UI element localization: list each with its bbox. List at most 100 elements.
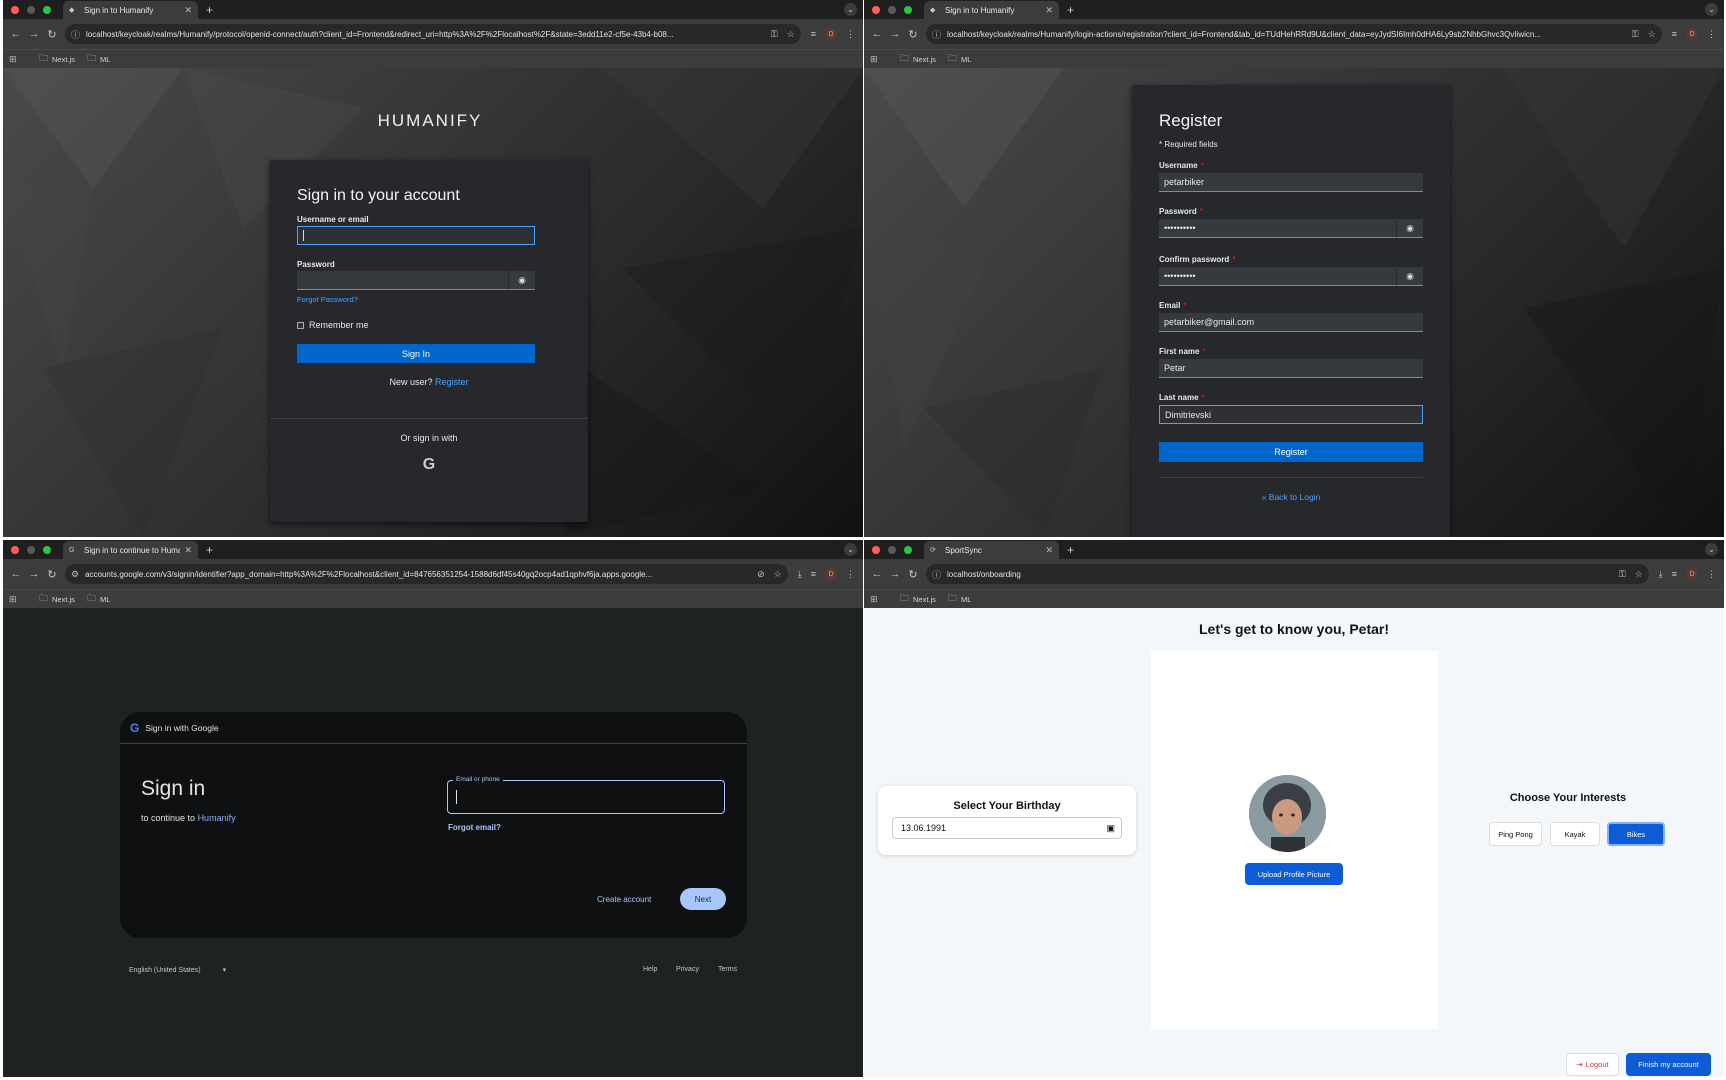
minimize-window-button[interactable]	[888, 545, 896, 554]
close-window-button[interactable]	[872, 5, 880, 14]
terms-link[interactable]: Terms	[718, 966, 737, 973]
birthday-date-input[interactable]: 13.06.1991 ▣	[892, 817, 1122, 839]
back-to-login-link[interactable]: « Back to Login	[1132, 492, 1450, 502]
apps-grid-icon[interactable]: ⊞	[9, 54, 27, 65]
password-key-icon[interactable]: ⚿	[1619, 569, 1626, 580]
bookmark-folder-ml[interactable]: 🗀 ML	[948, 51, 971, 67]
apps-grid-icon[interactable]: ⊞	[9, 594, 27, 605]
forward-icon[interactable]: →	[886, 28, 904, 40]
forgot-password-link[interactable]: Forgot Password?	[297, 295, 358, 304]
back-icon[interactable]: ←	[868, 568, 886, 580]
calendar-icon[interactable]: ▣	[1106, 823, 1115, 834]
app-link[interactable]: Humanify	[198, 813, 236, 823]
language-select[interactable]: English (United States) ▾	[129, 966, 226, 974]
new-tab-button[interactable]: +	[1067, 3, 1074, 17]
url-field[interactable]: ⓘ localhost/onboarding ⚿ ☆	[926, 564, 1649, 584]
username-input[interactable]: petarbiker	[1159, 173, 1423, 192]
profile-avatar[interactable]: D	[1686, 568, 1698, 580]
password-input[interactable]: ••••••••••	[1159, 219, 1396, 238]
remember-me-checkbox[interactable]: Remember me	[297, 320, 369, 330]
media-icon[interactable]: ≡	[811, 29, 816, 39]
browser-tab[interactable]: G Sign in to continue to Human... ✕	[63, 541, 198, 559]
bookmark-folder-ml[interactable]: 🗀 ML	[87, 51, 110, 67]
minimize-window-button[interactable]	[27, 5, 35, 14]
browser-tab[interactable]: ◆ Sign in to Humanify ✕	[63, 1, 198, 19]
interest-chip-kayak[interactable]: Kayak	[1550, 822, 1600, 846]
sign-in-button[interactable]: Sign In	[297, 344, 535, 363]
profile-avatar[interactable]: D	[825, 28, 837, 40]
finish-account-button[interactable]: Finish my account	[1626, 1053, 1711, 1076]
close-tab-icon[interactable]: ✕	[1045, 545, 1053, 556]
media-icon[interactable]: ≡	[1672, 29, 1677, 39]
show-confirm-eye-icon[interactable]: ◉	[1396, 267, 1423, 286]
menu-icon[interactable]: ⋮	[1707, 29, 1716, 40]
reload-icon[interactable]: ↻	[904, 568, 922, 581]
reload-icon[interactable]: ↻	[904, 28, 922, 41]
download-icon[interactable]: ⤓	[1659, 569, 1663, 580]
upload-profile-picture-button[interactable]: Upload Profile Picture	[1245, 863, 1343, 885]
new-tab-button[interactable]: +	[1067, 543, 1074, 557]
bookmark-star-icon[interactable]: ☆	[787, 29, 795, 40]
maximize-window-button[interactable]	[904, 5, 912, 14]
menu-icon[interactable]: ⋮	[846, 29, 855, 40]
interest-chip-ping-pong[interactable]: Ping Pong	[1489, 822, 1542, 846]
show-password-eye-icon[interactable]: ◉	[508, 271, 535, 290]
password-key-icon[interactable]: ⚿	[1632, 29, 1639, 40]
menu-icon[interactable]: ⋮	[1707, 569, 1716, 580]
interest-chip-bikes[interactable]: Bikes	[1607, 822, 1665, 846]
username-input[interactable]	[297, 226, 535, 245]
forgot-email-link[interactable]: Forgot email?	[448, 823, 501, 832]
bookmark-star-icon[interactable]: ☆	[774, 569, 782, 580]
next-button[interactable]: Next	[680, 888, 726, 910]
bookmark-folder-nextjs[interactable]: 🗀 Next.js	[39, 591, 75, 607]
download-icon[interactable]: ⤓	[798, 569, 802, 580]
tab-search-icon[interactable]: ⌄	[844, 3, 857, 16]
url-field[interactable]: ⓘ localhost/keycloak/realms/Humanify/log…	[926, 24, 1662, 44]
create-account-button[interactable]: Create account	[597, 895, 651, 904]
maximize-window-button[interactable]	[43, 5, 51, 14]
password-key-icon[interactable]: ⚿	[771, 29, 778, 40]
browser-tab[interactable]: ⟳ SportSync ✕	[924, 541, 1059, 559]
help-link[interactable]: Help	[643, 966, 657, 973]
close-window-button[interactable]	[11, 5, 19, 14]
back-icon[interactable]: ←	[7, 28, 25, 40]
forward-icon[interactable]: →	[25, 28, 43, 40]
url-field[interactable]: ⓘ localhost/keycloak/realms/Humanify/pro…	[65, 24, 801, 44]
url-field[interactable]: ⚙ accounts.google.com/v3/signin/identifi…	[65, 564, 788, 584]
bookmark-folder-nextjs[interactable]: 🗀 Next.js	[900, 591, 936, 607]
site-info-icon[interactable]: ⓘ	[71, 28, 80, 41]
profile-avatar[interactable]: D	[825, 568, 837, 580]
close-window-button[interactable]	[11, 545, 19, 554]
minimize-window-button[interactable]	[27, 545, 35, 554]
forward-icon[interactable]: →	[25, 568, 43, 580]
media-icon[interactable]: ≡	[1672, 569, 1677, 579]
back-icon[interactable]: ←	[7, 568, 25, 580]
first-name-input[interactable]: Petar	[1159, 359, 1423, 378]
bookmark-folder-ml[interactable]: 🗀 ML	[87, 591, 110, 607]
register-button[interactable]: Register	[1159, 442, 1423, 462]
eye-off-icon[interactable]: ⊘	[757, 569, 765, 580]
google-icon[interactable]: G	[270, 456, 588, 474]
profile-avatar[interactable]: D	[1686, 28, 1698, 40]
privacy-link[interactable]: Privacy	[676, 966, 699, 973]
close-tab-icon[interactable]: ✕	[1045, 5, 1053, 16]
menu-icon[interactable]: ⋮	[846, 569, 855, 580]
media-icon[interactable]: ≡	[811, 569, 816, 579]
checkbox-box[interactable]	[297, 321, 304, 329]
apps-grid-icon[interactable]: ⊞	[870, 54, 888, 65]
apps-grid-icon[interactable]: ⊞	[870, 594, 888, 605]
maximize-window-button[interactable]	[904, 545, 912, 554]
bookmark-folder-nextjs[interactable]: 🗀 Next.js	[39, 51, 75, 67]
email-or-phone-input[interactable]: Email or phone	[447, 776, 725, 814]
tab-search-icon[interactable]: ⌄	[1705, 543, 1718, 556]
close-tab-icon[interactable]: ✕	[184, 545, 192, 556]
minimize-window-button[interactable]	[888, 5, 896, 14]
confirm-password-input[interactable]: ••••••••••	[1159, 267, 1396, 286]
close-window-button[interactable]	[872, 545, 880, 554]
register-link[interactable]: Register	[435, 377, 469, 387]
show-password-eye-icon[interactable]: ◉	[1396, 219, 1423, 238]
last-name-input[interactable]: Dimitrievski	[1159, 405, 1423, 424]
tab-search-icon[interactable]: ⌄	[1705, 3, 1718, 16]
bookmark-star-icon[interactable]: ☆	[1635, 569, 1643, 580]
site-info-icon[interactable]: ⓘ	[932, 28, 941, 41]
